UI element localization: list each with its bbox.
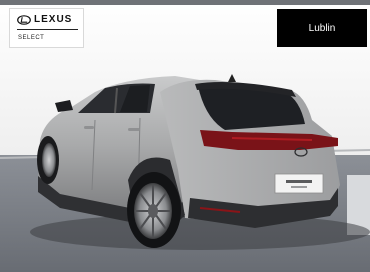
dealer-logo: LEXUS SELECT: [9, 8, 84, 48]
brand-wordmark: LEXUS: [34, 14, 73, 25]
location-badge: Lublin: [277, 9, 367, 47]
top-edge-strip: [0, 0, 370, 5]
program-label: SELECT: [18, 35, 45, 41]
lexus-emblem-icon: [17, 15, 31, 25]
listing-photo-frame: LEXUS SELECT Lublin: [0, 0, 370, 272]
logo-divider: [17, 29, 78, 30]
location-label: Lublin: [308, 22, 336, 34]
